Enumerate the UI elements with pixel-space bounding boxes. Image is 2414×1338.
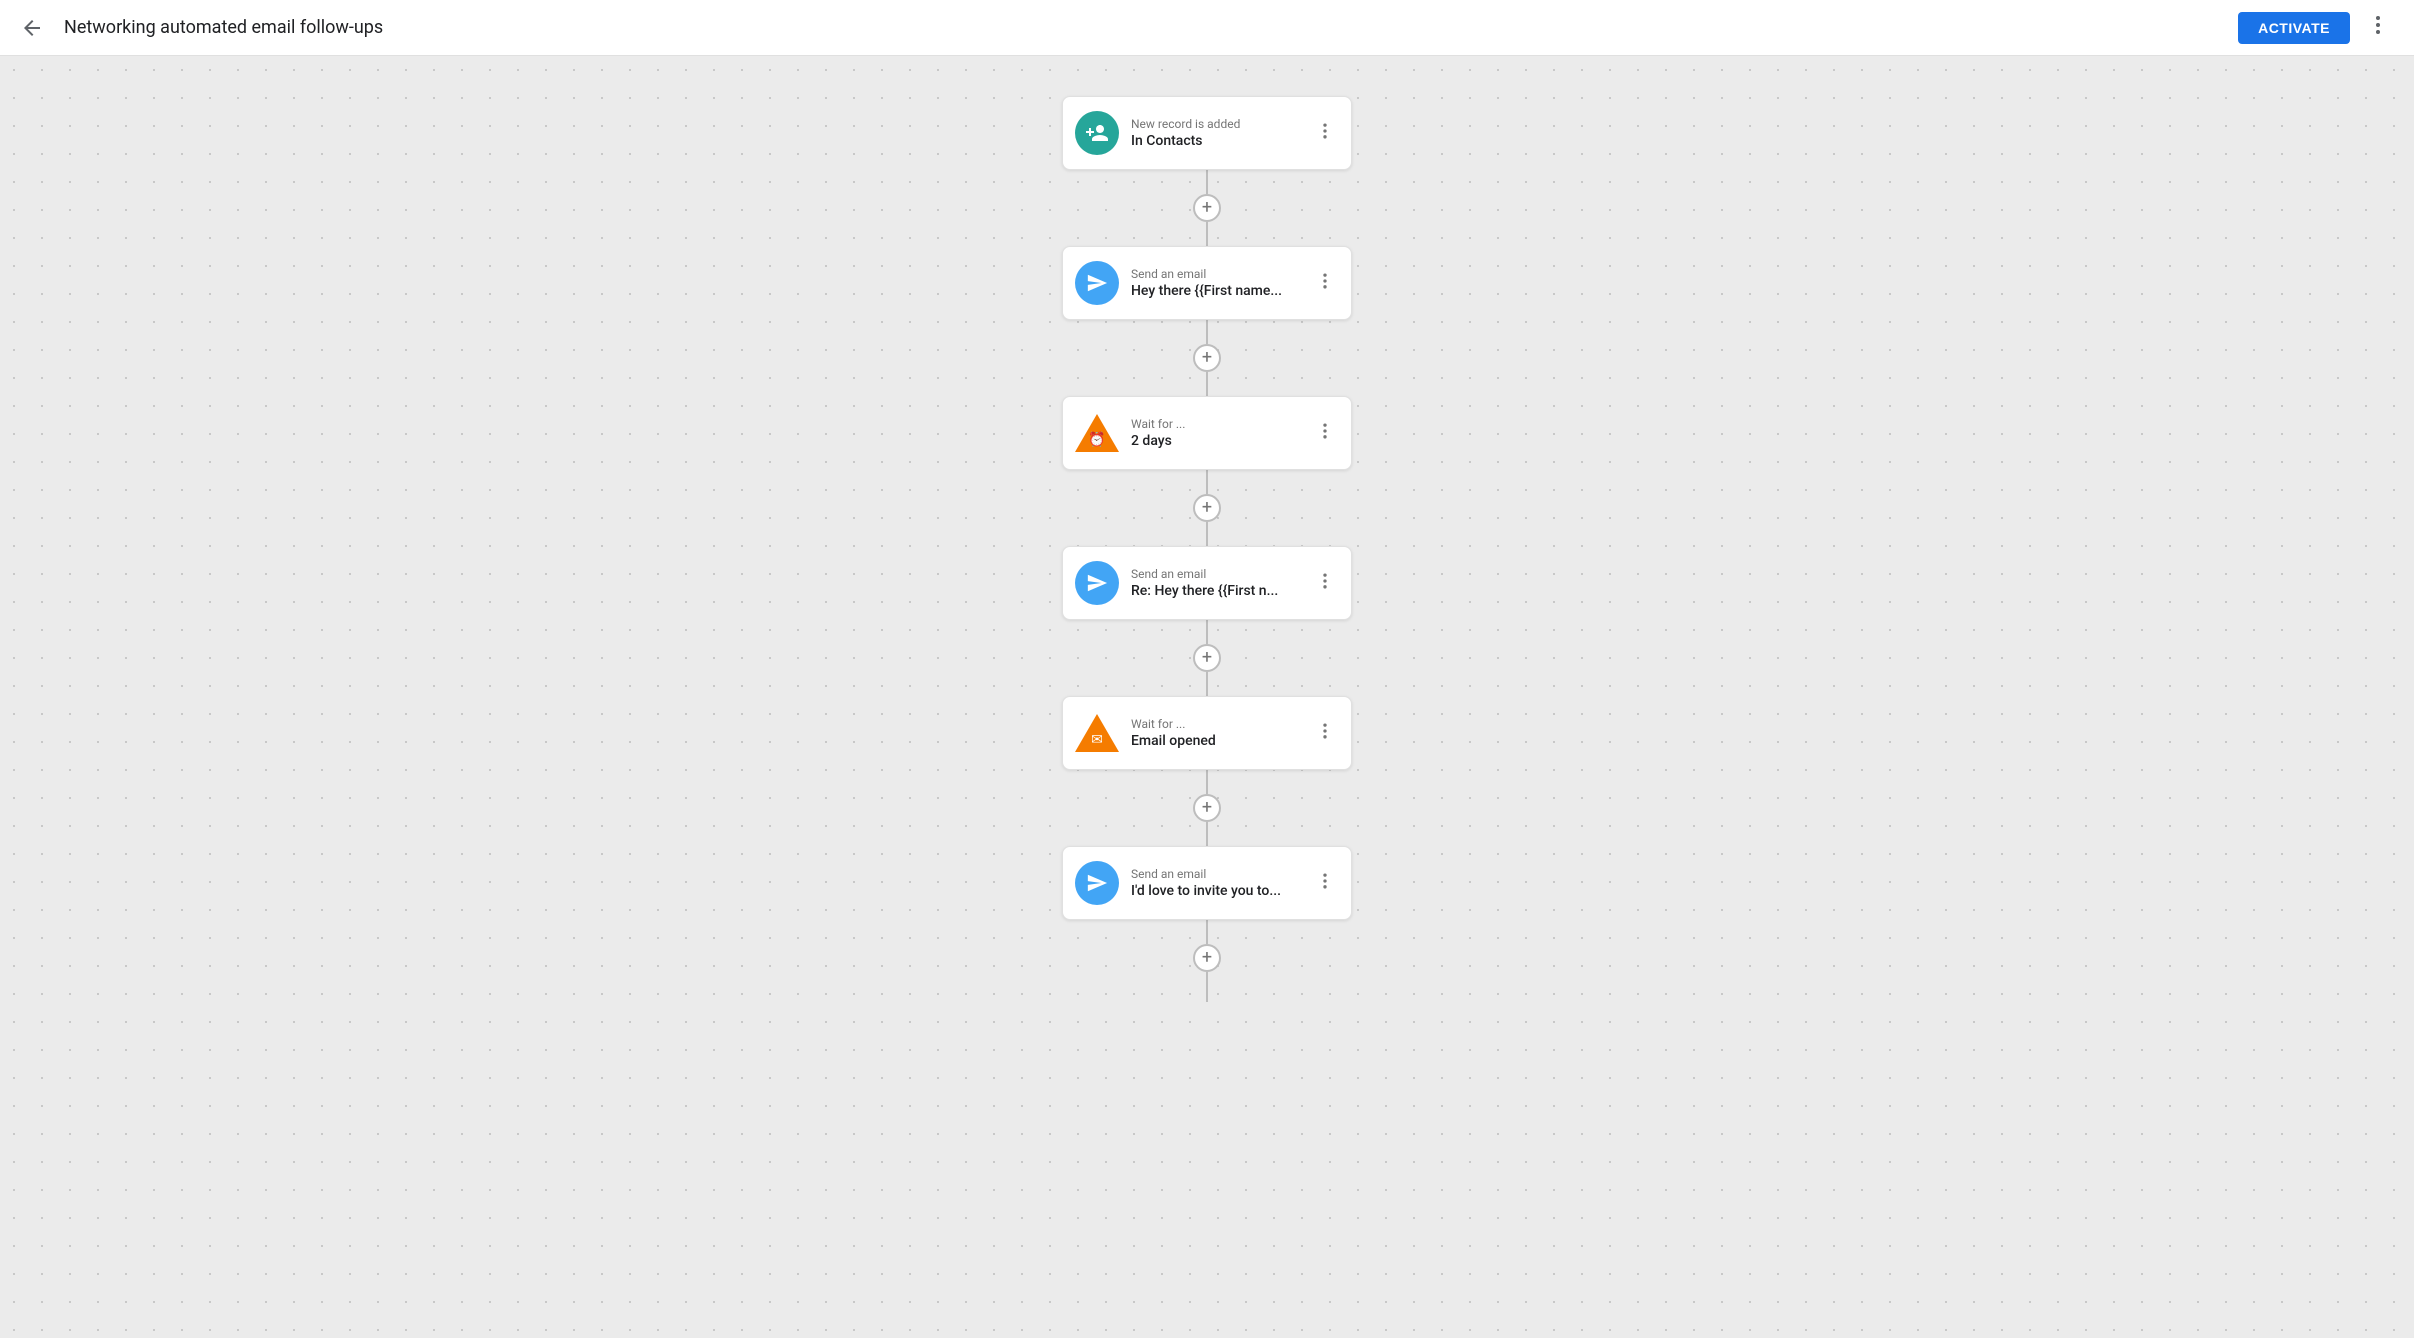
trigger-node-icon bbox=[1075, 111, 1119, 155]
wait-time-icon: ⏰ bbox=[1075, 411, 1119, 455]
send-email-icon-3 bbox=[1075, 861, 1119, 905]
connector-2: + bbox=[1193, 320, 1221, 396]
send-email-node-2-text: Send an email Re: Hey there {{First n... bbox=[1131, 567, 1307, 599]
connector-line bbox=[1206, 672, 1208, 696]
add-step-button-1[interactable]: + bbox=[1193, 194, 1221, 222]
trigger-node[interactable]: New record is added In Contacts bbox=[1062, 96, 1352, 170]
node-menu-icon bbox=[1315, 871, 1335, 891]
node-menu-icon bbox=[1315, 721, 1335, 741]
send-email-node-3-text: Send an email I'd love to invite you to.… bbox=[1131, 867, 1307, 899]
header: Networking automated email follow-ups AC… bbox=[0, 0, 2414, 56]
send-email-node-2-menu[interactable] bbox=[1311, 567, 1339, 600]
wait-event-icon: ✉ bbox=[1075, 711, 1119, 755]
send-email-node-3-label: Send an email bbox=[1131, 867, 1307, 881]
connector-line bbox=[1206, 222, 1208, 246]
send-icon bbox=[1086, 572, 1108, 594]
node-menu-icon bbox=[1315, 571, 1335, 591]
wait-time-node[interactable]: ⏰ Wait for ... 2 days bbox=[1062, 396, 1352, 470]
send-email-node-1-menu[interactable] bbox=[1311, 267, 1339, 300]
connector-line bbox=[1206, 972, 1208, 1002]
wait-event-node[interactable]: ✉ Wait for ... Email opened bbox=[1062, 696, 1352, 770]
wait-time-node-text: Wait for ... 2 days bbox=[1131, 417, 1307, 449]
wait-event-node-text: Wait for ... Email opened bbox=[1131, 717, 1307, 749]
connector-line bbox=[1206, 920, 1208, 944]
connector-line bbox=[1206, 372, 1208, 396]
workflow: New record is added In Contacts + bbox=[0, 56, 2414, 1338]
connector-line bbox=[1206, 620, 1208, 644]
add-step-button-3[interactable]: + bbox=[1193, 494, 1221, 522]
connector-3: + bbox=[1193, 470, 1221, 546]
connector-line bbox=[1206, 822, 1208, 846]
connector-line bbox=[1206, 170, 1208, 194]
send-email-node-3-menu[interactable] bbox=[1311, 867, 1339, 900]
connector-6: + bbox=[1193, 920, 1221, 1002]
back-icon bbox=[20, 16, 44, 40]
add-step-button-5[interactable]: + bbox=[1193, 794, 1221, 822]
connector-1: + bbox=[1193, 170, 1221, 246]
send-email-node-3[interactable]: Send an email I'd love to invite you to.… bbox=[1062, 846, 1352, 920]
more-options-button[interactable] bbox=[2358, 9, 2398, 47]
wait-time-node-value: 2 days bbox=[1131, 433, 1307, 449]
header-left: Networking automated email follow-ups bbox=[16, 12, 383, 44]
add-step-button-4[interactable]: + bbox=[1193, 644, 1221, 672]
clock-triangle-icon: ⏰ bbox=[1075, 414, 1119, 452]
connector-line bbox=[1206, 470, 1208, 494]
header-right: ACTIVATE bbox=[2238, 9, 2398, 47]
back-button[interactable] bbox=[16, 12, 48, 44]
send-email-node-2[interactable]: Send an email Re: Hey there {{First n... bbox=[1062, 546, 1352, 620]
send-email-node-1-label: Send an email bbox=[1131, 267, 1307, 281]
trigger-node-text: New record is added In Contacts bbox=[1131, 117, 1307, 149]
trigger-node-menu[interactable] bbox=[1311, 117, 1339, 150]
node-menu-icon bbox=[1315, 271, 1335, 291]
wait-event-node-label: Wait for ... bbox=[1131, 717, 1307, 731]
connector-line bbox=[1206, 320, 1208, 344]
node-menu-icon bbox=[1315, 121, 1335, 141]
wait-time-node-label: Wait for ... bbox=[1131, 417, 1307, 431]
send-email-icon-2 bbox=[1075, 561, 1119, 605]
node-menu-icon bbox=[1315, 421, 1335, 441]
person-add-icon bbox=[1085, 121, 1109, 145]
envelope-triangle-icon: ✉ bbox=[1075, 714, 1119, 752]
send-email-node-1-value: Hey there {{First name... bbox=[1131, 283, 1307, 299]
send-email-node-1[interactable]: Send an email Hey there {{First name... bbox=[1062, 246, 1352, 320]
add-step-button-6[interactable]: + bbox=[1193, 944, 1221, 972]
connector-line bbox=[1206, 770, 1208, 794]
send-email-node-2-label: Send an email bbox=[1131, 567, 1307, 581]
page-title: Networking automated email follow-ups bbox=[64, 17, 383, 38]
add-step-button-2[interactable]: + bbox=[1193, 344, 1221, 372]
trigger-node-label: New record is added bbox=[1131, 117, 1307, 131]
trigger-node-value: In Contacts bbox=[1131, 133, 1307, 149]
send-email-node-1-text: Send an email Hey there {{First name... bbox=[1131, 267, 1307, 299]
wait-time-node-menu[interactable] bbox=[1311, 417, 1339, 450]
wait-event-node-menu[interactable] bbox=[1311, 717, 1339, 750]
send-email-node-2-value: Re: Hey there {{First n... bbox=[1131, 583, 1307, 599]
more-icon bbox=[2366, 13, 2390, 37]
send-icon bbox=[1086, 272, 1108, 294]
wait-event-node-value: Email opened bbox=[1131, 733, 1307, 749]
send-email-icon-1 bbox=[1075, 261, 1119, 305]
send-icon bbox=[1086, 872, 1108, 894]
connector-5: + bbox=[1193, 770, 1221, 846]
connector-4: + bbox=[1193, 620, 1221, 696]
connector-line bbox=[1206, 522, 1208, 546]
activate-button[interactable]: ACTIVATE bbox=[2238, 12, 2350, 44]
send-email-node-3-value: I'd love to invite you to... bbox=[1131, 883, 1307, 899]
workflow-canvas[interactable]: New record is added In Contacts + bbox=[0, 56, 2414, 1338]
